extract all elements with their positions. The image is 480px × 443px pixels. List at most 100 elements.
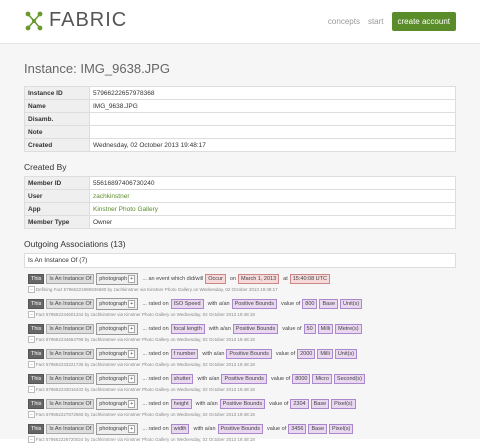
expand-plus-icon[interactable]: + xyxy=(128,400,136,408)
row-key: Member Type xyxy=(24,215,90,229)
this-tag: This xyxy=(28,424,45,434)
value-tag[interactable]: Unit(s) xyxy=(334,349,358,359)
relation-tag[interactable]: Is An Instance Of xyxy=(46,424,95,434)
value-tag[interactable]: width xyxy=(170,424,190,434)
connector-text: with a/an xyxy=(207,301,230,307)
row-value: IMG_9638.JPG xyxy=(89,99,456,113)
relation-tag[interactable]: Is An Instance Of xyxy=(46,274,95,284)
relation-tag[interactable]: Is An Instance Of xyxy=(46,299,95,309)
association-statement: This Is An Instance Of photograph +... rate… xyxy=(28,398,456,410)
value-tag[interactable]: 2000 xyxy=(297,349,316,359)
object-tag[interactable]: photograph + xyxy=(96,398,139,410)
is-instance-group-header[interactable]: Is An Instance Of (7) xyxy=(24,253,456,268)
relation-tag[interactable]: Is An Instance Of xyxy=(46,324,95,334)
association-statement: This Is An Instance Of photograph +... rate… xyxy=(28,323,456,335)
association-list: This Is An Instance Of photograph +... an e… xyxy=(24,273,456,443)
value-tag[interactable]: 8000 xyxy=(292,374,311,384)
value-tag[interactable]: Second(s) xyxy=(333,374,365,384)
expand-plus-icon[interactable]: + xyxy=(128,300,136,308)
this-tag: This xyxy=(28,374,45,384)
value-tag[interactable]: Base xyxy=(310,399,330,409)
value-tag[interactable]: Base xyxy=(319,299,339,309)
nav-start[interactable]: start xyxy=(368,17,384,26)
value-tag[interactable]: Milli xyxy=(317,349,333,359)
value-tag[interactable]: Positive Bounds xyxy=(217,424,263,434)
expand-plus-icon[interactable]: + xyxy=(128,325,136,333)
row-key: Member ID xyxy=(24,176,90,190)
row-value xyxy=(89,112,456,126)
association-item: This Is An Instance Of photograph +... rate… xyxy=(28,298,456,318)
collapse-minus-icon[interactable]: − xyxy=(28,286,35,293)
row-key: Name xyxy=(24,99,90,113)
this-tag: This xyxy=(28,399,45,409)
value-tag[interactable]: height xyxy=(170,399,192,409)
association-statement: This Is An Instance Of photograph +... rate… xyxy=(28,423,456,435)
collapse-minus-icon[interactable]: − xyxy=(28,411,35,418)
table-row: Disamb. xyxy=(24,112,456,126)
connector-text: value of xyxy=(281,301,301,307)
connector-text: with a/an xyxy=(202,351,225,357)
value-tag[interactable]: Base xyxy=(308,424,328,434)
table-row: Note xyxy=(24,125,456,139)
collapse-minus-icon[interactable]: − xyxy=(28,386,35,393)
row-link[interactable]: Kinstner Photo Gallery xyxy=(93,206,158,213)
table-row: Member ID 55616897406730240 xyxy=(24,176,456,190)
object-tag[interactable]: photograph + xyxy=(96,348,139,360)
value-tag[interactable]: Pixel(s) xyxy=(331,399,356,409)
value-tag[interactable]: Positive Bounds xyxy=(231,299,278,309)
value-tag[interactable]: ISO Speed xyxy=(170,299,204,309)
collapse-minus-icon[interactable]: − xyxy=(28,336,35,343)
logo[interactable]: FABRIC xyxy=(24,9,127,32)
connector-text: value of xyxy=(282,326,302,332)
value-tag[interactable]: 50 xyxy=(303,324,316,334)
object-tag[interactable]: photograph + xyxy=(96,273,139,285)
value-tag[interactable]: f number xyxy=(170,349,199,359)
value-tag[interactable]: 2304 xyxy=(290,399,309,409)
fact-text: Fact 579662226720024 by zachkinstner via… xyxy=(34,437,255,442)
value-tag[interactable]: Micro xyxy=(312,374,332,384)
connector-text: ... rated on xyxy=(142,426,169,432)
expand-plus-icon[interactable]: + xyxy=(128,275,136,283)
row-key: Note xyxy=(24,125,90,139)
value-tag[interactable]: Unit(s) xyxy=(340,299,363,309)
object-tag[interactable]: photograph + xyxy=(96,423,139,435)
row-value: 579662226579783​68 xyxy=(89,86,456,100)
value-tag[interactable]: shutter xyxy=(170,374,194,384)
object-tag[interactable]: photograph + xyxy=(96,373,139,385)
fact-line: − Fact 579662226720024 by zachkinstner v… xyxy=(28,436,456,443)
collapse-minus-icon[interactable]: − xyxy=(28,361,35,368)
expand-plus-icon[interactable]: + xyxy=(128,350,136,358)
value-tag[interactable]: 15:40:08 UTC xyxy=(289,274,330,284)
value-tag[interactable]: Occur xyxy=(205,274,226,284)
connector-text: with a/an xyxy=(193,426,216,432)
relation-tag[interactable]: Is An Instance Of xyxy=(46,399,95,409)
relation-tag[interactable]: Is An Instance Of xyxy=(46,374,95,384)
value-tag[interactable]: Milli xyxy=(317,324,334,334)
value-tag[interactable]: focal length xyxy=(170,324,205,334)
value-tag[interactable]: Metre(s) xyxy=(335,324,362,334)
this-tag: This xyxy=(28,349,45,359)
outgoing-associations-heading: Outgoing Associations (13) xyxy=(24,239,126,249)
create-account-button[interactable]: create account xyxy=(391,12,456,31)
row-link[interactable]: zachkinstner xyxy=(93,193,130,200)
relation-tag[interactable]: Is An Instance Of xyxy=(46,349,95,359)
row-key: App xyxy=(24,202,90,216)
object-tag[interactable]: photograph + xyxy=(96,323,139,335)
object-tag[interactable]: photograph + xyxy=(96,298,139,310)
logo-text: FABRIC xyxy=(49,9,128,31)
value-tag[interactable]: 800 xyxy=(302,299,318,309)
collapse-minus-icon[interactable]: − xyxy=(28,436,35,443)
value-tag[interactable]: Positive Bounds xyxy=(232,324,279,334)
value-tag[interactable]: Positive Bounds xyxy=(219,399,266,409)
expand-plus-icon[interactable]: + xyxy=(128,425,136,433)
expand-plus-icon[interactable]: + xyxy=(128,375,136,383)
this-tag: This xyxy=(28,324,45,334)
value-tag[interactable]: Pixel(s) xyxy=(329,424,354,434)
value-tag[interactable]: 3456 xyxy=(288,424,307,434)
collapse-minus-icon[interactable]: − xyxy=(28,311,35,318)
value-tag[interactable]: March 1, 2013 xyxy=(237,274,280,284)
value-tag[interactable]: Positive Bounds xyxy=(226,349,272,359)
value-tag[interactable]: Positive Bounds xyxy=(221,374,267,384)
nav-concepts[interactable]: concepts xyxy=(328,17,360,26)
row-value: zachkinstner xyxy=(89,189,456,203)
